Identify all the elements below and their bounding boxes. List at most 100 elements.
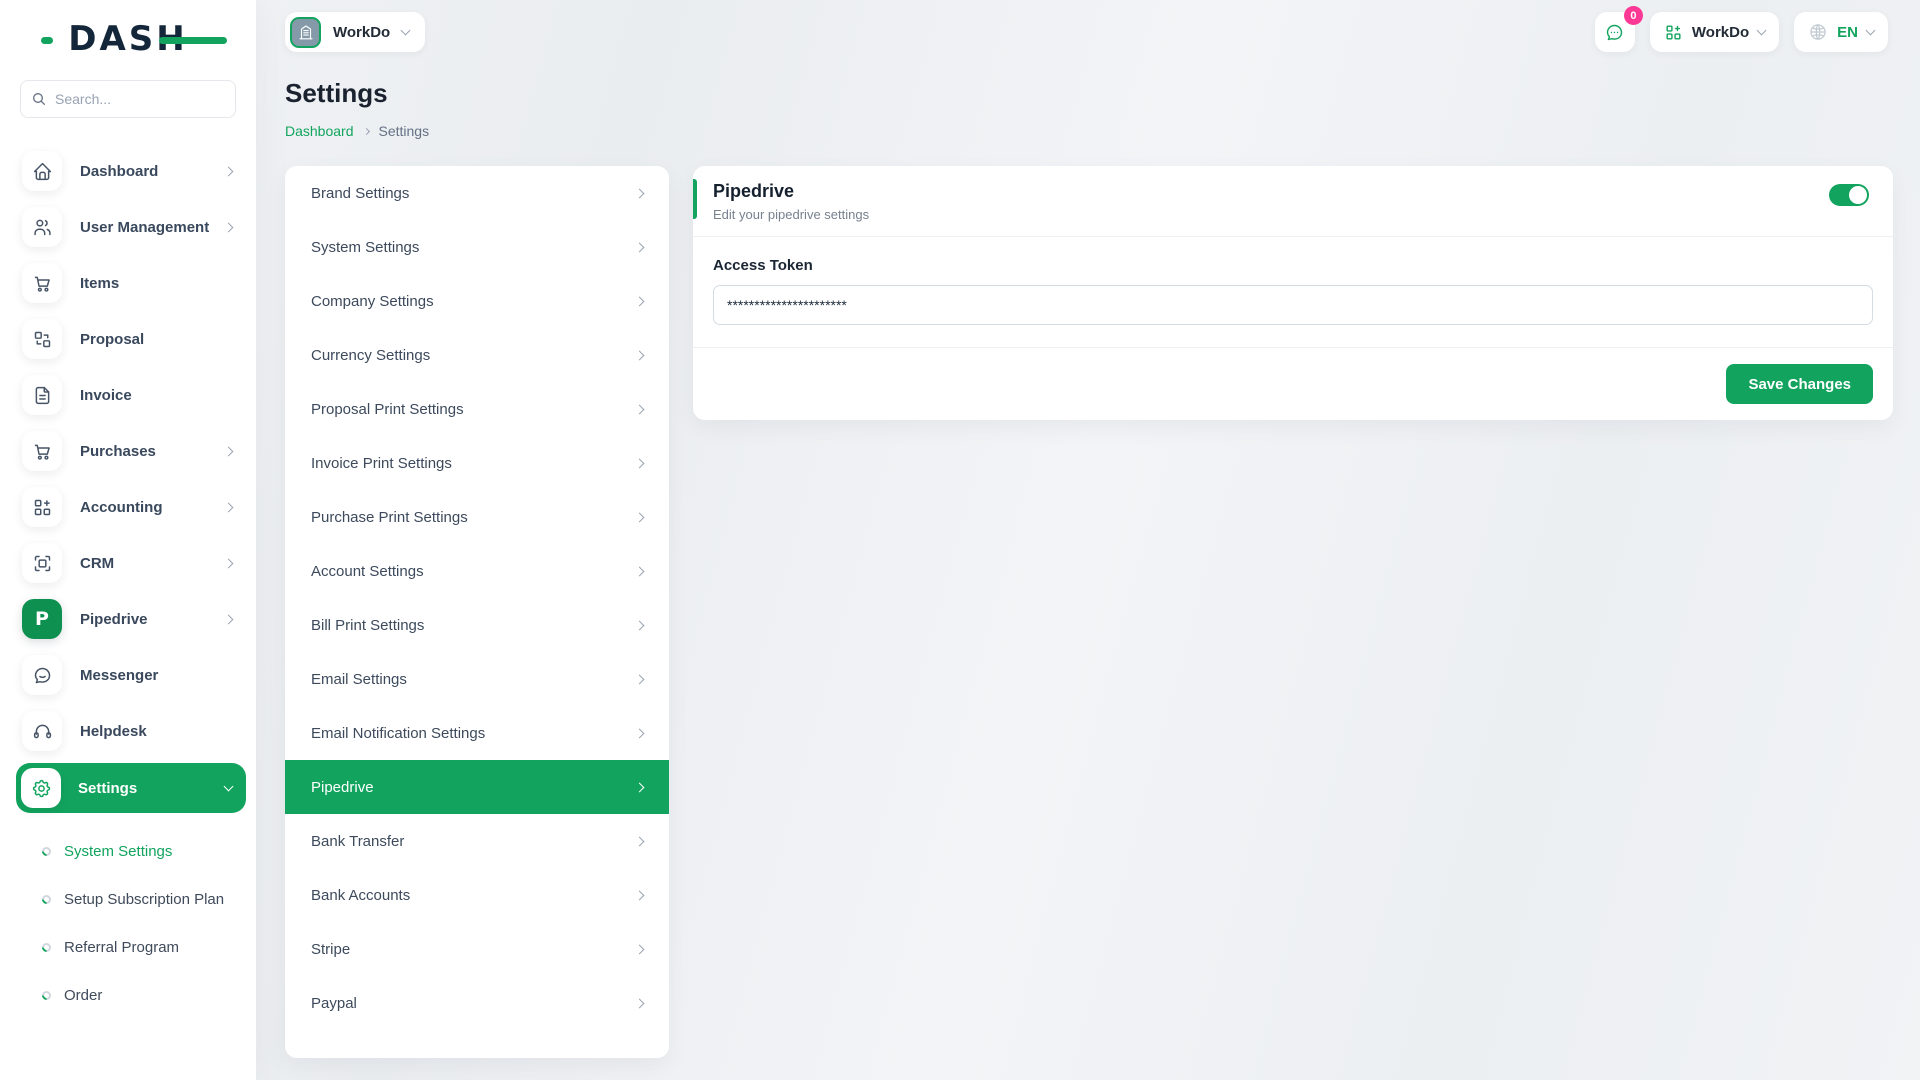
settings-menu-item-email-notification[interactable]: Email Notification Settings xyxy=(285,706,669,760)
sidebar-item-label: Pipedrive xyxy=(80,611,148,628)
sidebar-item-items[interactable]: Items xyxy=(22,263,240,303)
settings-menu-item-label: Pipedrive xyxy=(311,779,374,796)
sidebar-item-user-management[interactable]: User Management xyxy=(22,207,240,247)
settings-menu-card: Brand Settings System Settings Company S… xyxy=(285,166,669,1058)
sidebar-item-dashboard[interactable]: Dashboard xyxy=(22,151,240,191)
globe-icon xyxy=(1808,22,1828,42)
panel-body: Access Token xyxy=(693,237,1893,347)
subnav-item-setup-subscription-plan[interactable]: Setup Subscription Plan xyxy=(42,875,240,923)
settings-menu-item-company[interactable]: Company Settings xyxy=(285,274,669,328)
sidebar-item-purchases[interactable]: Purchases xyxy=(22,431,240,471)
workspace-switcher[interactable]: WorkDo xyxy=(1650,12,1779,52)
sidebar-item-accounting[interactable]: Accounting xyxy=(22,487,240,527)
save-changes-button[interactable]: Save Changes xyxy=(1726,364,1873,404)
settings-menu-item-currency[interactable]: Currency Settings xyxy=(285,328,669,382)
settings-menu-item-purchase-print[interactable]: Purchase Print Settings xyxy=(285,490,669,544)
cart-icon xyxy=(22,431,62,471)
message-icon xyxy=(22,655,62,695)
chevron-right-icon xyxy=(635,512,645,522)
breadcrumb-dashboard-link[interactable]: Dashboard xyxy=(285,123,354,139)
settings-menu-item-brand[interactable]: Brand Settings xyxy=(285,166,669,220)
sidebar-item-label: User Management xyxy=(80,219,209,236)
settings-menu-item-invoice-print[interactable]: Invoice Print Settings xyxy=(285,436,669,490)
sidebar-item-helpdesk[interactable]: Helpdesk xyxy=(22,711,240,751)
grid-plus-icon xyxy=(22,487,62,527)
subnav-item-system-settings[interactable]: System Settings xyxy=(42,827,240,875)
chevron-right-icon xyxy=(635,998,645,1008)
crm-icon xyxy=(22,543,62,583)
search-input[interactable] xyxy=(20,80,236,118)
sidebar: DASH Dashboard User Management Items xyxy=(0,0,256,1080)
settings-menu-item-proposal-print[interactable]: Proposal Print Settings xyxy=(285,382,669,436)
settings-menu-item-label: Company Settings xyxy=(311,293,434,310)
subnav-item-order[interactable]: Order xyxy=(42,971,240,1019)
search-icon xyxy=(31,91,47,107)
sidebar-nav: Dashboard User Management Items Proposal xyxy=(0,151,256,1019)
sidebar-item-label: Helpdesk xyxy=(80,723,147,740)
access-token-label: Access Token xyxy=(713,257,1873,274)
chevron-right-icon xyxy=(635,458,645,468)
settings-menu-item-label: Account Settings xyxy=(311,563,424,580)
settings-menu-item-bank-accounts[interactable]: Bank Accounts xyxy=(285,868,669,922)
settings-menu-item-label: Email Notification Settings xyxy=(311,725,485,742)
sidebar-item-proposal[interactable]: Proposal xyxy=(22,319,240,359)
breadcrumb-separator-icon xyxy=(362,128,369,135)
accent-bar xyxy=(693,179,697,219)
sidebar-item-invoice[interactable]: Invoice xyxy=(22,375,240,415)
sidebar-item-label: Settings xyxy=(78,780,137,797)
topbar: WorkDo 0 WorkDo EN xyxy=(256,0,1920,70)
settings-menu-item-label: Purchase Print Settings xyxy=(311,509,468,526)
messages-button[interactable]: 0 xyxy=(1595,12,1635,52)
sidebar-item-label: CRM xyxy=(80,555,114,572)
chevron-right-icon xyxy=(635,242,645,252)
settings-menu-item-bill-print[interactable]: Bill Print Settings xyxy=(285,598,669,652)
access-token-input[interactable] xyxy=(713,285,1873,325)
settings-menu-item-label: Proposal Print Settings xyxy=(311,401,464,418)
app-logo[interactable]: DASH xyxy=(43,16,213,62)
settings-menu-item-label: Bill Print Settings xyxy=(311,617,424,634)
subnav-item-label: Order xyxy=(64,987,102,1004)
settings-menu-item-stripe[interactable]: Stripe xyxy=(285,922,669,976)
settings-menu-item-paypal[interactable]: Paypal xyxy=(285,976,669,1030)
breadcrumb: Dashboard Settings xyxy=(285,123,1893,139)
panel-title: Pipedrive xyxy=(713,181,1873,202)
gear-icon xyxy=(21,768,61,808)
pipedrive-enabled-toggle[interactable] xyxy=(1829,184,1869,206)
home-icon xyxy=(22,151,62,191)
logo-green-bar xyxy=(159,37,227,44)
subnav-item-referral-program[interactable]: Referral Program xyxy=(42,923,240,971)
sidebar-item-label: Accounting xyxy=(80,499,163,516)
chevron-down-icon xyxy=(401,26,411,36)
chevron-down-icon xyxy=(224,782,234,792)
sidebar-item-pipedrive[interactable]: P Pipedrive xyxy=(22,599,240,639)
cart-icon xyxy=(22,263,62,303)
settings-menu-item-email[interactable]: Email Settings xyxy=(285,652,669,706)
toggle-knob xyxy=(1849,186,1867,204)
page-title: Settings xyxy=(285,78,1893,109)
language-label: EN xyxy=(1837,24,1858,41)
bullet-icon xyxy=(40,845,53,858)
subnav-item-label: Setup Subscription Plan xyxy=(64,891,224,908)
sidebar-item-crm[interactable]: CRM xyxy=(22,543,240,583)
chevron-right-icon xyxy=(224,614,234,624)
settings-menu-item-bank-transfer[interactable]: Bank Transfer xyxy=(285,814,669,868)
chevron-right-icon xyxy=(635,296,645,306)
sidebar-item-settings-active[interactable]: Settings xyxy=(16,763,246,813)
sidebar-item-messenger[interactable]: Messenger xyxy=(22,655,240,695)
bullet-icon xyxy=(40,989,53,1002)
sidebar-item-label: Purchases xyxy=(80,443,156,460)
settings-menu-item-label: Invoice Print Settings xyxy=(311,455,452,472)
settings-menu-item-system[interactable]: System Settings xyxy=(285,220,669,274)
invoice-file-icon xyxy=(22,375,62,415)
breadcrumb-current: Settings xyxy=(379,123,430,139)
subnav-item-label: Referral Program xyxy=(64,939,179,956)
workspace-label: WorkDo xyxy=(1692,24,1749,41)
settings-menu-item-pipedrive[interactable]: Pipedrive xyxy=(285,760,669,814)
grid-plus-icon xyxy=(1664,23,1683,42)
pipedrive-settings-panel: Pipedrive Edit your pipedrive settings A… xyxy=(693,166,1893,420)
company-switcher[interactable]: WorkDo xyxy=(285,12,425,52)
chevron-down-icon xyxy=(1757,26,1767,36)
language-selector[interactable]: EN xyxy=(1794,12,1888,52)
settings-menu-item-label: Email Settings xyxy=(311,671,407,688)
settings-menu-item-account[interactable]: Account Settings xyxy=(285,544,669,598)
